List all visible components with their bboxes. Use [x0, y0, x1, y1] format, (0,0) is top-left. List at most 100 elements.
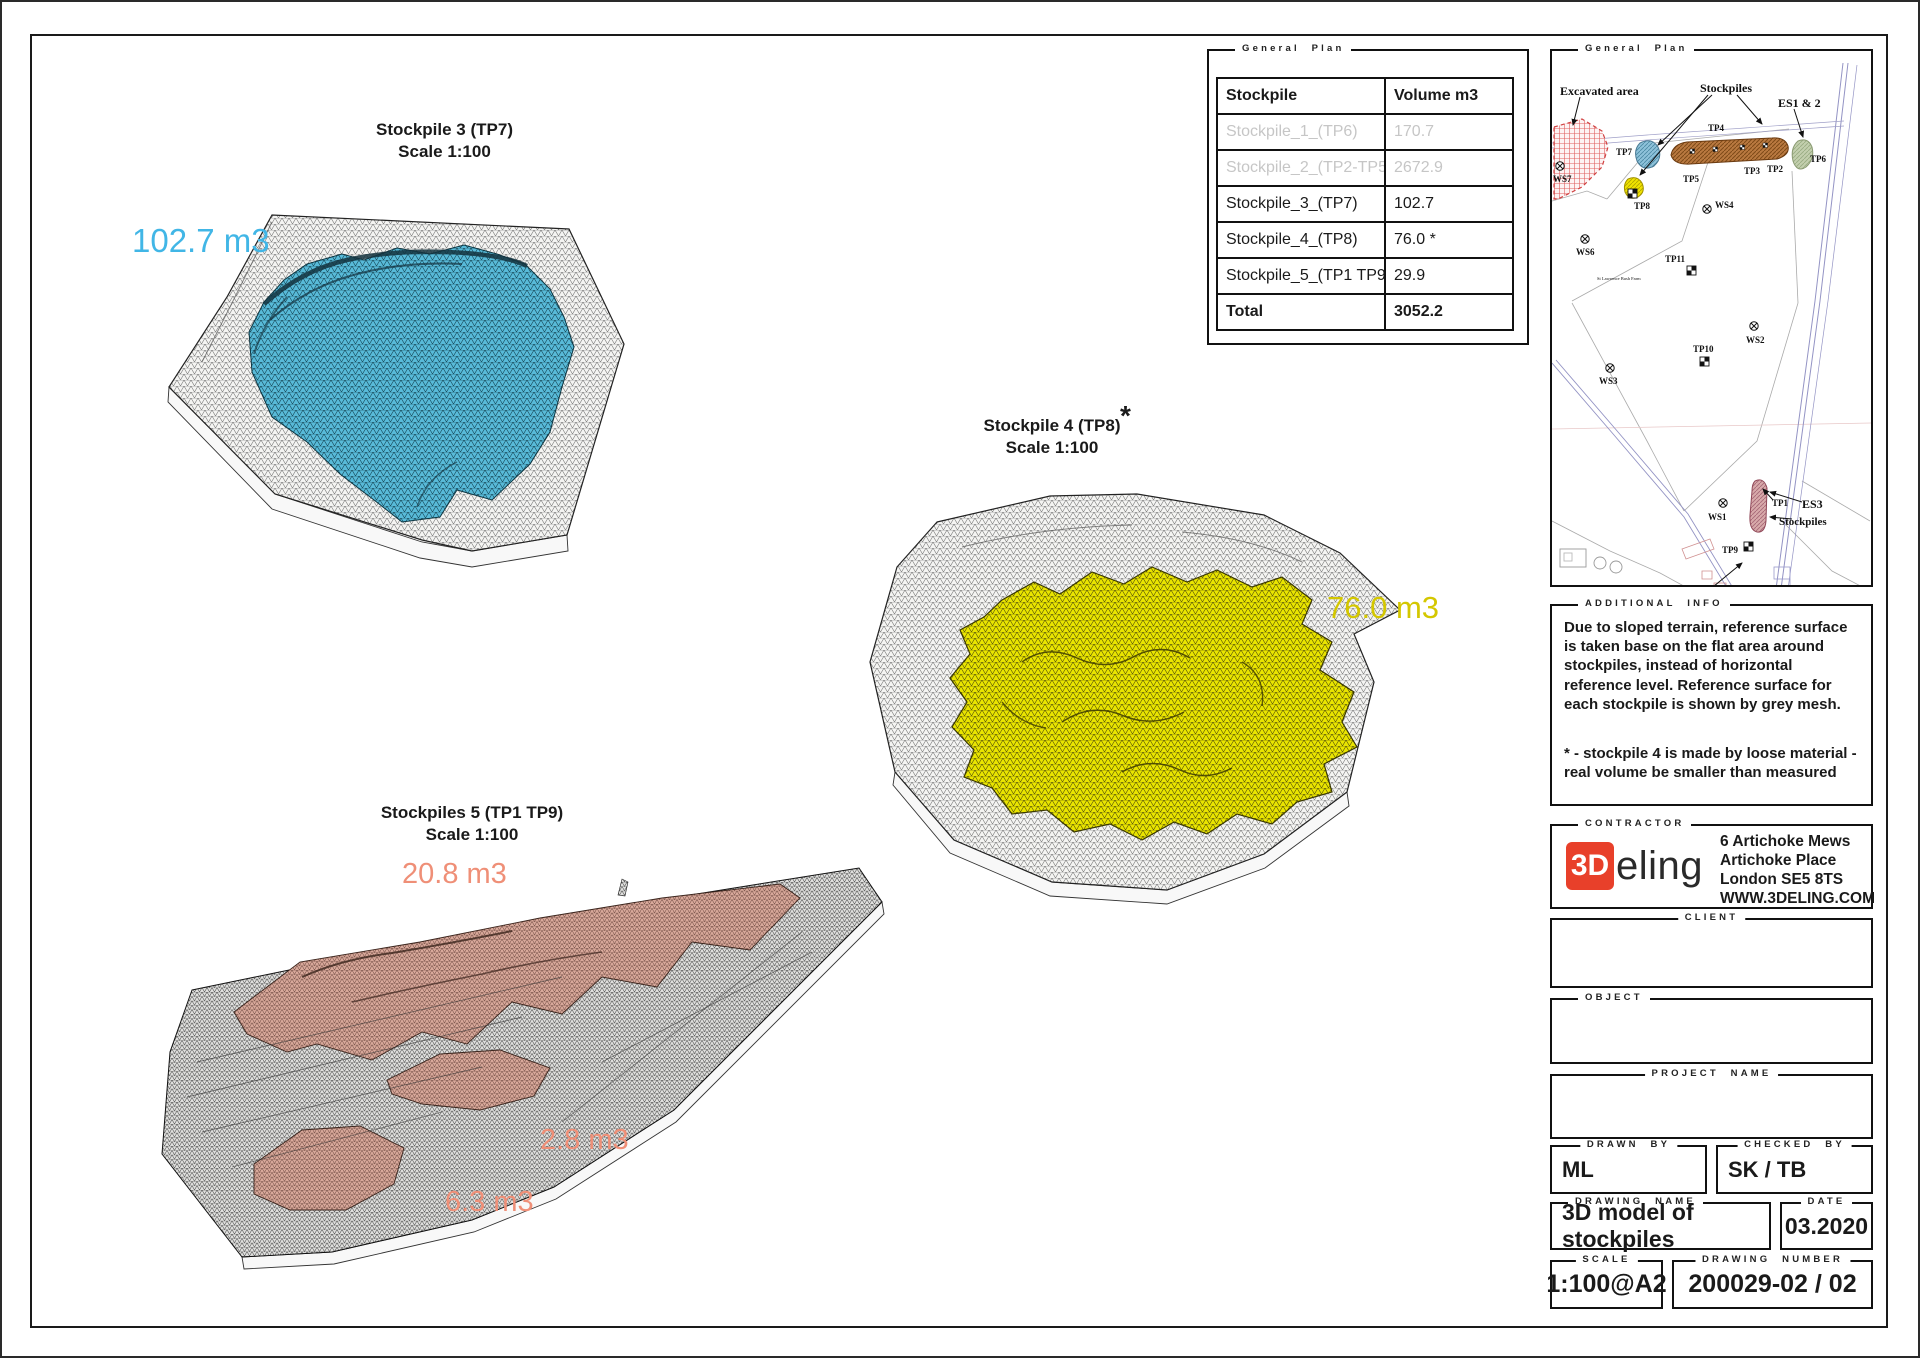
map-label-tp11: TP11 — [1665, 254, 1686, 264]
object-legend: OBJECT — [1578, 992, 1650, 1003]
contractor-legend: CONTRACTOR — [1578, 818, 1691, 829]
stockpile-5-name: Stockpiles 5 (TP1 TP9) — [352, 802, 592, 824]
table-row: Stockpile_5_(TP1 TP9) 29.9 — [1217, 258, 1513, 294]
row-volume: 76.0 * — [1385, 222, 1513, 258]
gcp-marker-tp10 — [1700, 357, 1709, 366]
address-line: 6 Artichoke Mews — [1720, 833, 1875, 852]
contractor-panel: CONTRACTOR 3D eling 6 Artichoke Mews Art… — [1550, 824, 1873, 909]
stockpile-3-mesh — [168, 215, 624, 567]
map-stockpile-tp7 — [1636, 141, 1660, 168]
date-value: 03.2020 — [1782, 1204, 1871, 1248]
row-name: Stockpile_1_(TP6) — [1217, 114, 1385, 150]
project-name-legend: PROJECT NAME — [1645, 1068, 1779, 1079]
table-row: Stockpile_1_(TP6) 170.7 — [1217, 114, 1513, 150]
table-row: Stockpile_3_(TP7) 102.7 — [1217, 186, 1513, 222]
map-label-stockpiles-bottom: Stockpiles — [1779, 516, 1827, 528]
gcp-marker-tp8 — [1628, 189, 1637, 198]
info-paragraph-1: Due to sloped terrain, reference surface… — [1564, 618, 1860, 714]
map-label-tp4: TP4 — [1708, 123, 1725, 133]
map-stockpile-es3 — [1750, 480, 1767, 532]
ws2-marker — [1750, 322, 1758, 330]
stockpile-4-mesh — [870, 494, 1400, 904]
additional-info-legend: ADDITIONAL INFO — [1578, 598, 1730, 609]
stockpile-5-volume-bottom-label: 6.3 m3 — [445, 1186, 534, 1219]
map-label-ws2: WS2 — [1746, 335, 1765, 345]
client-panel: CLIENT — [1550, 918, 1873, 988]
gcp-marker — [1713, 147, 1718, 152]
stockpile-4-name: Stockpile 4 (TP8) — [932, 415, 1172, 437]
pink-buildings — [1682, 539, 1726, 585]
map-label-tp3: TP3 — [1744, 166, 1761, 176]
ws4-marker — [1703, 205, 1711, 213]
map-label-es3: ES3 — [1802, 497, 1823, 511]
table-row: Stockpile_4_(TP8) 76.0 * — [1217, 222, 1513, 258]
general-plan-map-panel: General Plan — [1550, 49, 1873, 587]
stockpile-3-title: Stockpile 3 (TP7) Scale 1:100 — [312, 119, 577, 163]
map-label-ws4: WS4 — [1715, 200, 1734, 210]
stockpile-4-asterisk: * — [1120, 400, 1131, 432]
gcp-marker — [1763, 143, 1768, 148]
map-label-ws6: WS6 — [1576, 247, 1595, 257]
checked-by-value: SK / TB — [1718, 1147, 1871, 1192]
map-label-ws1: WS1 — [1708, 512, 1727, 522]
map-label-tp5: TP5 — [1683, 174, 1700, 184]
ws1-marker — [1719, 499, 1727, 507]
ws3-marker — [1606, 364, 1614, 372]
gcp-marker-tp11 — [1687, 266, 1696, 275]
ws6-marker — [1581, 235, 1589, 243]
drawing-name-box: DRAWING NAME 3D model of stockpiles — [1550, 1202, 1771, 1250]
row-name: Stockpile_3_(TP7) — [1217, 186, 1385, 222]
project-name-panel: PROJECT NAME — [1550, 1074, 1873, 1139]
address-line: Artichoke Place — [1720, 852, 1875, 871]
stockpile-5-volume-top-label: 20.8 m3 — [402, 858, 507, 891]
gcp-marker — [1740, 145, 1745, 150]
contractor-address: 6 Artichoke Mews Artichoke Place London … — [1720, 833, 1875, 909]
excavated-area-region — [1554, 119, 1608, 199]
col-volume: Volume m3 — [1385, 78, 1513, 114]
client-legend: CLIENT — [1678, 912, 1746, 923]
map-label-ws3: WS3 — [1599, 376, 1618, 386]
scale-value: 1:100@A2 — [1552, 1262, 1661, 1307]
col-stockpile: Stockpile — [1217, 78, 1385, 114]
scale-box: SCALE 1:100@A2 — [1550, 1260, 1663, 1309]
row-volume: 2672.9 — [1385, 150, 1513, 186]
additional-info-panel: ADDITIONAL INFO Due to sloped terrain, r… — [1550, 604, 1873, 806]
logo-3d-mark: 3D — [1566, 842, 1614, 890]
stockpile-5-title: Stockpiles 5 (TP1 TP9) Scale 1:100 — [352, 802, 592, 846]
drawing-number-box: DRAWING NUMBER 200029-02 / 02 — [1672, 1260, 1873, 1309]
drawing-sheet: Stockpile 3 (TP7) Scale 1:100 102.7 m3 S… — [0, 0, 1920, 1358]
table-row: Stockpile_2_(TP2-TP5) 2672.9 — [1217, 150, 1513, 186]
stockpile-5-volume-mid-label: 2.8 m3 — [540, 1124, 629, 1157]
gcp-marker — [1690, 149, 1695, 154]
map-label-tp8: TP8 — [1634, 201, 1651, 211]
ws7-marker — [1556, 162, 1564, 170]
map-label-tp1: TP1 — [1772, 498, 1789, 508]
row-volume: 3052.2 — [1385, 294, 1513, 330]
volume-table-panel: General Plan Stockpile Volume m3 Stockpi… — [1207, 49, 1529, 345]
volume-table: Stockpile Volume m3 Stockpile_1_(TP6) 17… — [1216, 77, 1514, 331]
row-name: Total — [1217, 294, 1385, 330]
row-name: Stockpile_2_(TP2-TP5) — [1217, 150, 1385, 186]
stockpile-3-scale: Scale 1:100 — [312, 141, 577, 163]
table-total-row: Total 3052.2 — [1217, 294, 1513, 330]
date-box: DATE 03.2020 — [1780, 1202, 1873, 1250]
stockpile-3-name: Stockpile 3 (TP7) — [312, 119, 577, 141]
stockpile-3-volume-label: 102.7 m3 — [132, 222, 270, 260]
map-label-excavated-area: Excavated area — [1560, 84, 1639, 98]
map-label-es1-2: ES1 & 2 — [1778, 96, 1821, 110]
map-label-ws7: WS7 — [1553, 174, 1572, 184]
map-label-tp2: TP2 — [1767, 164, 1784, 174]
table-header-row: Stockpile Volume m3 — [1217, 78, 1513, 114]
volume-table-panel-legend: General Plan — [1235, 43, 1351, 54]
3deling-logo: 3D eling — [1566, 842, 1703, 890]
drawn-by-value: ML — [1552, 1147, 1705, 1192]
map-label-farm: St Lawrence Bush Farm — [1597, 276, 1641, 281]
logo-wordmark: eling — [1616, 844, 1703, 889]
map-label-stockpiles-top: Stockpiles — [1700, 81, 1752, 95]
row-volume: 102.7 — [1385, 186, 1513, 222]
gcp-marker-tp9 — [1744, 542, 1753, 551]
grid-line — [1552, 423, 1871, 429]
map-panel-legend: General Plan — [1578, 43, 1694, 54]
row-name: Stockpile_4_(TP8) — [1217, 222, 1385, 258]
drawing-number-value: 200029-02 / 02 — [1674, 1262, 1871, 1307]
